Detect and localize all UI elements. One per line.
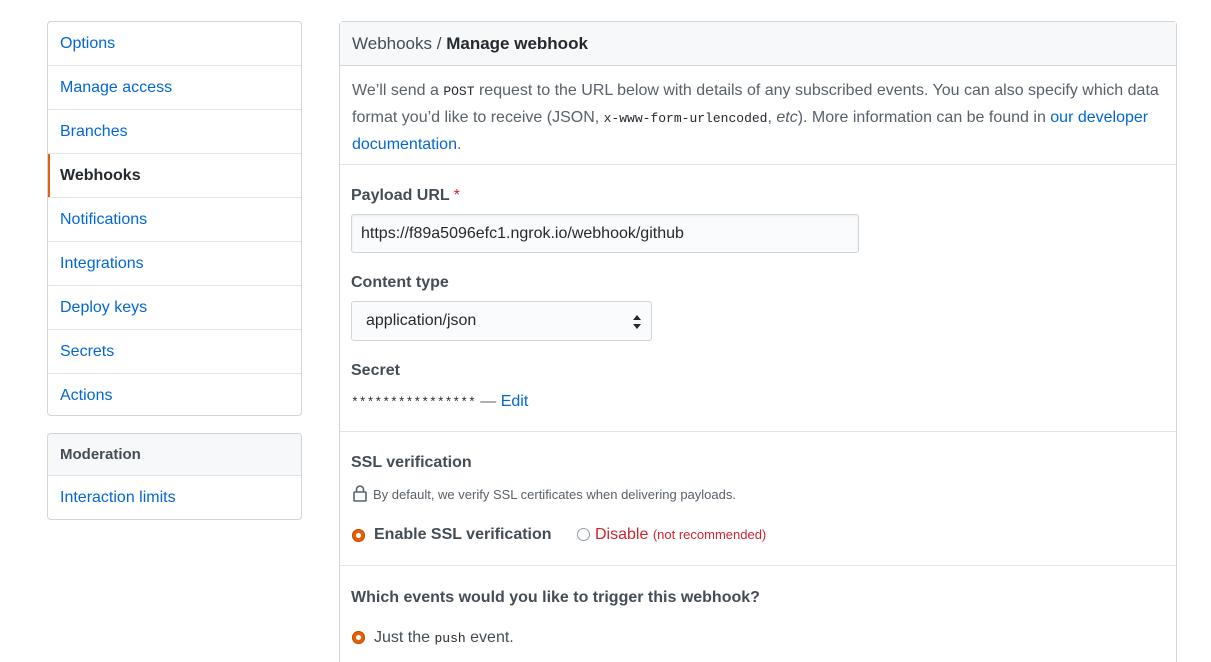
sidebar-item-integrations[interactable]: Integrations: [48, 242, 301, 286]
just-push-event-radio[interactable]: [352, 631, 365, 644]
secret-label: Secret: [351, 362, 400, 379]
page-title: Manage webhook: [446, 34, 588, 53]
sidebar-item-secrets[interactable]: Secrets: [48, 330, 301, 374]
sidebar-item-webhooks[interactable]: Webhooks: [48, 154, 301, 198]
sidebar-item-deploy-keys[interactable]: Deploy keys: [48, 286, 301, 330]
payload-url-label-row: Payload URL *: [351, 187, 460, 205]
secret-dash: —: [475, 393, 501, 410]
payload-url-label: Payload URL: [351, 187, 450, 204]
select-arrows-icon: [633, 315, 641, 329]
enable-ssl-radio[interactable]: [352, 529, 365, 542]
push-code: push: [434, 631, 466, 646]
moderation-heading: Moderation: [48, 434, 301, 476]
events-heading: Which events would you like to trigger t…: [351, 589, 760, 606]
intro-text: ). More information can be found in: [797, 109, 1051, 126]
intro-text: We’ll send a: [352, 82, 444, 99]
events-section: Which events would you like to trigger t…: [340, 566, 1176, 662]
event-option-text: event.: [465, 629, 514, 646]
content-type-select[interactable]: application/json: [351, 301, 652, 341]
enable-ssl-label[interactable]: Enable SSL verification: [374, 526, 552, 544]
sidebar-item-interaction-limits[interactable]: Interaction limits: [48, 476, 301, 519]
ssl-heading: SSL verification: [351, 454, 472, 471]
sidebar-item-options[interactable]: Options: [48, 22, 301, 66]
etc-text: etc: [776, 109, 798, 126]
event-option-text: Just the: [374, 629, 435, 646]
secret-edit-link[interactable]: Edit: [501, 393, 529, 410]
form-urlencoded-code: x-www-form-urlencoded: [603, 111, 768, 126]
sidebar-item-actions[interactable]: Actions: [48, 374, 301, 415]
intro-text: .: [456, 136, 462, 153]
webhook-form-section: Payload URL* Content type application/js…: [340, 165, 1176, 432]
content-type-label: Content type: [351, 274, 449, 291]
breadcrumb-separator: /: [436, 34, 442, 53]
disable-ssl-label-row[interactable]: Disable (not recommended): [595, 526, 766, 544]
ssl-verification-section: SSL verification By default, we verify S…: [340, 432, 1176, 566]
webhook-intro-text: We’ll send a POST request to the URL bel…: [340, 66, 1176, 165]
manage-webhook-panel: Webhooks / Manage webhook We’ll send a P…: [339, 21, 1177, 662]
not-recommended-note: (not recommended): [652, 527, 767, 542]
post-code: POST: [443, 84, 475, 99]
ssl-note: By default, we verify SSL certificates w…: [373, 487, 736, 502]
content-type-value: application/json: [366, 312, 477, 329]
breadcrumb: Webhooks / Manage webhook: [340, 22, 1176, 66]
sidebar-item-branches[interactable]: Branches: [48, 110, 301, 154]
required-mark: *: [453, 187, 460, 204]
lock-icon: [353, 485, 367, 502]
disable-ssl-radio[interactable]: [577, 528, 590, 541]
just-push-event-label[interactable]: Just the push event.: [374, 629, 514, 647]
moderation-menu: Moderation Interaction limits: [47, 433, 302, 520]
secret-row: **************** — Edit: [351, 393, 528, 411]
disable-ssl-label: Disable: [595, 526, 649, 543]
sidebar-item-notifications[interactable]: Notifications: [48, 198, 301, 242]
sidebar-item-manage-access[interactable]: Manage access: [48, 66, 301, 110]
secret-masked-value: ****************: [351, 395, 476, 410]
settings-menu: Options Manage access Branches Webhooks …: [47, 21, 302, 416]
breadcrumb-webhooks-link[interactable]: Webhooks: [352, 34, 432, 53]
payload-url-input[interactable]: [351, 214, 859, 253]
